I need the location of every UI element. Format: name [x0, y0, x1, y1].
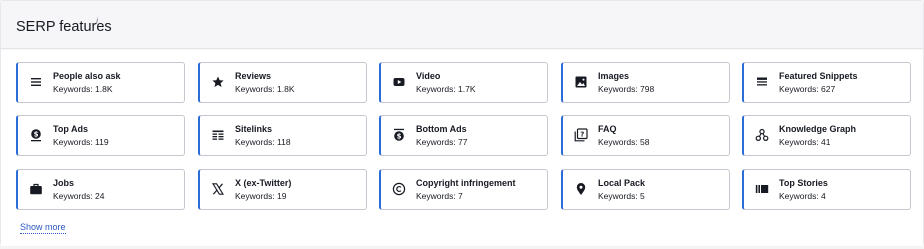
- svg-text:$: $: [397, 132, 402, 140]
- serp-feature-card[interactable]: $ Bottom Ads Keywords: 77: [379, 115, 548, 156]
- feature-name: Copyright infringement: [416, 178, 516, 188]
- feature-name: Top Ads: [53, 124, 88, 134]
- bottom-ads-icon: $: [392, 128, 406, 142]
- star-icon: [211, 75, 225, 89]
- feature-keyword-count: Keywords: 58: [598, 137, 650, 147]
- x-icon: [211, 182, 225, 196]
- feature-name: X (ex-Twitter): [235, 178, 292, 188]
- feature-name: Bottom Ads: [416, 124, 467, 134]
- top-stories-icon: [755, 182, 769, 196]
- feature-name: Jobs: [53, 178, 75, 188]
- feature-keyword-count: Keywords: 41: [779, 137, 831, 147]
- serp-feature-card[interactable]: Featured Snippets Keywords: 627: [742, 62, 911, 103]
- sitelinks-icon: [211, 128, 225, 142]
- feature-keyword-count: Keywords: 7: [416, 191, 463, 201]
- feature-keyword-count: Keywords: 4: [779, 191, 826, 201]
- serp-feature-card[interactable]: People also ask Keywords: 1.8K: [16, 62, 185, 103]
- feature-keyword-count: Keywords: 5: [598, 191, 645, 201]
- feature-name: Reviews: [235, 71, 272, 81]
- serp-feature-card[interactable]: $ Top Ads Keywords: 119: [16, 115, 185, 156]
- svg-text:?: ?: [580, 131, 584, 139]
- knowledge-graph-icon: [755, 128, 769, 142]
- feature-name: People also ask: [53, 71, 121, 81]
- feature-keyword-count: Keywords: 627: [779, 84, 836, 94]
- serp-feature-card[interactable]: X (ex-Twitter) Keywords: 19: [198, 169, 367, 210]
- feature-keyword-count: Keywords: 19: [235, 191, 287, 201]
- serp-feature-card[interactable]: Knowledge Graph Keywords: 41: [742, 115, 911, 156]
- image-icon: [574, 75, 588, 89]
- feature-name: Video: [416, 71, 441, 81]
- show-more-link[interactable]: Show more: [20, 222, 66, 234]
- feature-name: FAQ: [598, 124, 617, 134]
- feature-name: Knowledge Graph: [779, 124, 857, 134]
- serp-feature-card[interactable]: Copyright infringement Keywords: 7: [379, 169, 548, 210]
- feature-keyword-count: Keywords: 798: [598, 84, 655, 94]
- serp-feature-card[interactable]: ? FAQ Keywords: 58: [561, 115, 730, 156]
- serp-feature-card[interactable]: Top Stories Keywords: 4: [742, 169, 911, 210]
- serp-feature-card[interactable]: Reviews Keywords: 1.8K: [198, 62, 367, 103]
- serp-feature-card[interactable]: Images Keywords: 798: [561, 62, 730, 103]
- briefcase-icon: [29, 182, 43, 196]
- video-icon: [392, 75, 406, 89]
- svg-text:$: $: [34, 130, 39, 138]
- feature-name: Featured Snippets: [779, 71, 858, 81]
- serp-feature-card[interactable]: Jobs Keywords: 24: [16, 169, 185, 210]
- serp-feature-card[interactable]: Video Keywords: 1.7K: [379, 62, 548, 103]
- list-icon: [29, 75, 43, 89]
- feature-keyword-count: Keywords: 119: [53, 137, 109, 147]
- feature-name: Sitelinks: [235, 124, 273, 134]
- serp-features-panel: SERP features i People also ask Keywords:…: [0, 0, 924, 246]
- copyright-icon: [392, 182, 406, 196]
- serp-feature-card[interactable]: Local Pack Keywords: 5: [561, 169, 730, 210]
- feature-keyword-count: Keywords: 1.7K: [416, 84, 476, 94]
- panel-header: SERP features i: [1, 1, 923, 49]
- feature-name: Local Pack: [598, 178, 646, 188]
- feature-keyword-count: Keywords: 24: [53, 191, 105, 201]
- feature-name: Top Stories: [779, 178, 828, 188]
- feature-name: Images: [598, 71, 630, 81]
- top-ads-icon: $: [29, 128, 43, 142]
- feature-keyword-count: Keywords: 118: [235, 137, 291, 147]
- serp-feature-card[interactable]: Sitelinks Keywords: 118: [198, 115, 367, 156]
- faq-icon: ?: [574, 128, 588, 142]
- map-pin-icon: [574, 182, 588, 196]
- feature-keyword-count: Keywords: 1.8K: [53, 84, 113, 94]
- feature-keyword-count: Keywords: 1.8K: [235, 84, 295, 94]
- info-icon[interactable]: i: [96, 16, 98, 26]
- feature-keyword-count: Keywords: 77: [416, 137, 468, 147]
- snippet-icon: [755, 75, 769, 89]
